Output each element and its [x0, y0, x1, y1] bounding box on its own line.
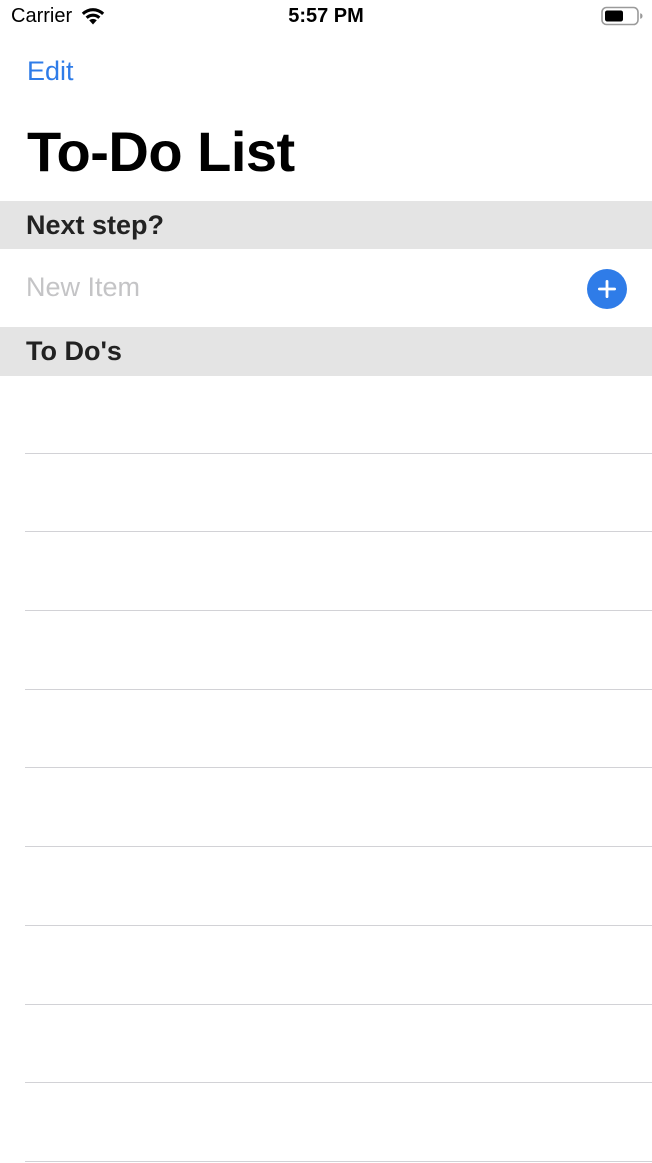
page-title: To-Do List	[27, 120, 295, 183]
new-item-row	[0, 249, 652, 327]
edit-button[interactable]: Edit	[27, 54, 74, 88]
list-item[interactable]	[0, 1006, 652, 1085]
list-item[interactable]	[0, 927, 652, 1006]
battery-icon	[601, 6, 643, 26]
section-header-next-step: Next step?	[0, 201, 652, 249]
new-item-input[interactable]	[26, 268, 566, 306]
list-item[interactable]	[0, 376, 652, 455]
list-item[interactable]	[0, 455, 652, 534]
section-header-label: To Do's	[26, 336, 122, 366]
list-item[interactable]	[0, 848, 652, 927]
status-bar: Carrier 5:57 PM	[0, 0, 652, 36]
list-item[interactable]	[0, 1084, 652, 1163]
list-item[interactable]	[0, 612, 652, 691]
plus-circle-icon	[598, 280, 616, 298]
section-header-todos: To Do's	[0, 327, 652, 376]
list-item[interactable]	[0, 533, 652, 612]
list-item[interactable]	[0, 691, 652, 770]
status-time: 5:57 PM	[288, 5, 364, 27]
add-item-button[interactable]	[587, 269, 627, 309]
todo-list	[0, 376, 652, 1162]
section-header-label: Next step?	[26, 210, 165, 240]
list-item[interactable]	[0, 769, 652, 848]
